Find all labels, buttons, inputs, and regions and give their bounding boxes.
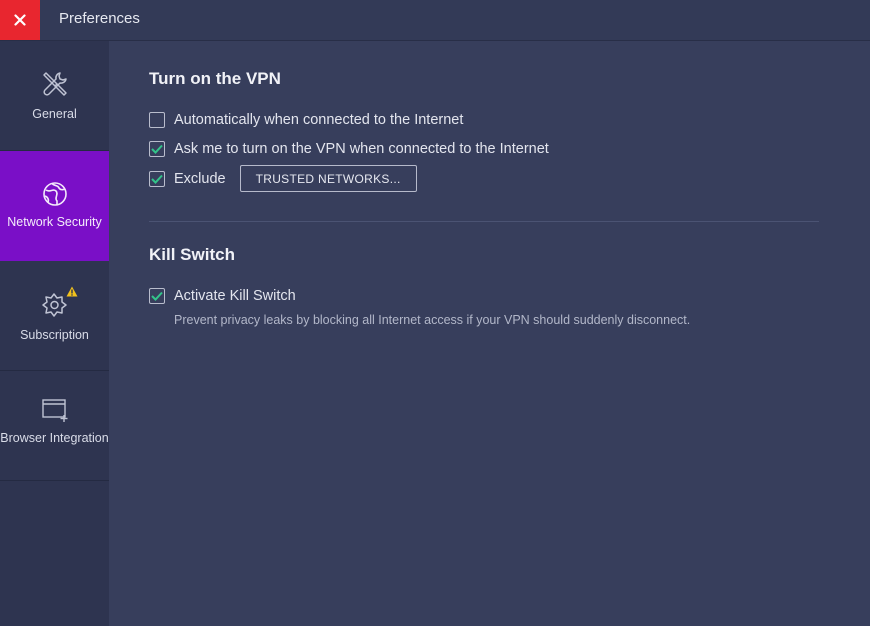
sidebar: General Network Security Subscription Br… — [0, 41, 109, 626]
trusted-networks-button[interactable]: TRUSTED NETWORKS... — [239, 165, 417, 192]
vpn-section-title: Turn on the VPN — [149, 69, 281, 88]
close-icon — [14, 14, 26, 26]
browser-window-icon — [40, 395, 70, 425]
checkmark-icon — [151, 291, 163, 301]
vpn-option-ask[interactable]: Ask me to turn on the VPN when connected… — [149, 141, 549, 157]
sidebar-item-subscription[interactable]: Subscription — [0, 261, 109, 371]
exclude-checkbox[interactable] — [149, 170, 165, 187]
globe-icon — [40, 179, 70, 209]
kill-switch-section-title: Kill Switch — [149, 245, 235, 264]
sidebar-item-browser-integration[interactable]: Browser Integration — [0, 371, 109, 481]
vpn-option-auto[interactable]: Automatically when connected to the Inte… — [149, 112, 463, 128]
sidebar-item-label: Browser Integration — [0, 431, 109, 445]
sidebar-item-general[interactable]: General — [0, 41, 109, 151]
sidebar-item-network-security[interactable]: Network Security — [0, 151, 109, 261]
sidebar-item-label: General — [32, 107, 77, 121]
checkmark-icon — [151, 174, 163, 184]
title-bar: Preferences — [0, 0, 870, 41]
kill-switch-option[interactable]: Activate Kill Switch — [149, 288, 296, 304]
subscription-gear-icon — [40, 286, 77, 320]
window-title: Preferences — [59, 10, 140, 27]
vpn-option-exclude[interactable]: Exclude TRUSTED NETWORKS... — [149, 165, 417, 192]
exclude-label: Exclude — [174, 170, 226, 187]
kill-switch-label: Activate Kill Switch — [174, 288, 296, 304]
content-panel: Turn on the VPN Automatically when conne… — [109, 41, 870, 626]
section-divider — [149, 221, 819, 222]
ask-vpn-label: Ask me to turn on the VPN when connected… — [174, 141, 549, 157]
auto-connect-checkbox[interactable] — [149, 112, 165, 128]
sidebar-item-label: Network Security — [7, 215, 102, 229]
close-button[interactable] — [0, 0, 40, 40]
ask-vpn-checkbox[interactable] — [149, 141, 165, 157]
sidebar-item-label: Subscription — [20, 328, 89, 342]
auto-connect-label: Automatically when connected to the Inte… — [174, 112, 464, 128]
kill-switch-checkbox[interactable] — [149, 288, 165, 304]
wrench-screwdriver-icon — [40, 69, 70, 99]
warning-icon — [66, 286, 77, 297]
kill-switch-description: Prevent privacy leaks by blocking all In… — [174, 313, 691, 327]
checkmark-icon — [151, 144, 163, 154]
